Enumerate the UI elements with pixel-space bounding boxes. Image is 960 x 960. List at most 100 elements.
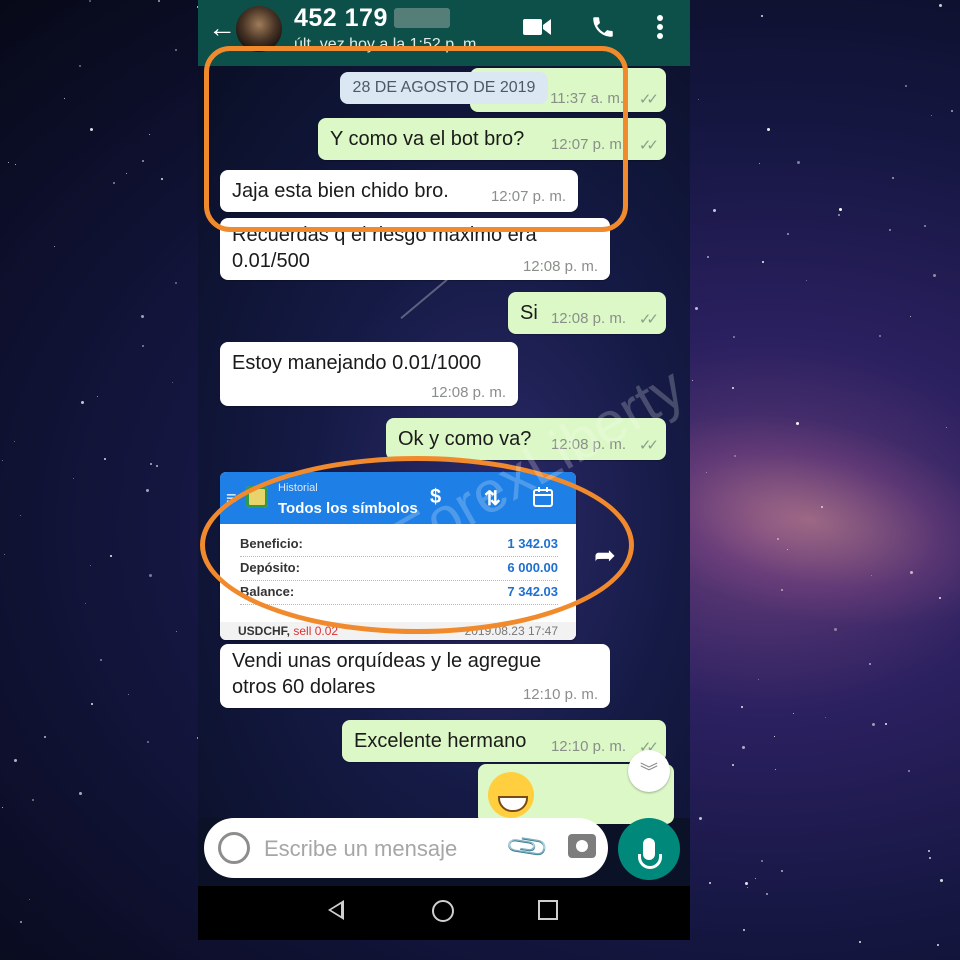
message-bubble-outgoing[interactable]: Si 12:08 p. m. ✓✓	[508, 292, 666, 334]
star-dot	[931, 115, 932, 116]
star-dot	[761, 15, 763, 17]
message-input[interactable]	[262, 828, 496, 870]
star-dot	[872, 723, 875, 726]
phone-call-icon[interactable]	[590, 14, 616, 45]
star-dot	[175, 49, 177, 51]
microphone-icon[interactable]	[618, 818, 680, 880]
star-dot	[172, 382, 173, 383]
double-check-icon: ✓✓	[638, 91, 659, 108]
star-dot	[762, 261, 764, 263]
star-dot	[90, 565, 91, 566]
star-dot	[54, 246, 55, 247]
star-dot	[97, 396, 98, 397]
star-dot	[156, 465, 158, 467]
star-dot	[755, 878, 756, 879]
star-dot	[885, 723, 887, 725]
message-bubble-outgoing[interactable]: Excelente hermano 12:10 p. m. ✓✓	[342, 720, 666, 762]
star-dot	[889, 229, 891, 231]
star-dot	[29, 899, 30, 900]
star-dot	[747, 887, 748, 888]
star-dot	[149, 574, 152, 577]
star-dot	[104, 458, 106, 460]
star-dot	[707, 256, 709, 258]
star-dot	[64, 98, 65, 99]
double-check-icon: ✓✓	[638, 311, 659, 328]
contact-name[interactable]: 452 179	[294, 4, 388, 33]
star-dot	[90, 128, 93, 131]
star-dot	[81, 401, 84, 404]
star-dot	[946, 427, 947, 428]
star-dot	[793, 713, 794, 714]
star-dot	[150, 463, 152, 465]
star-dot	[698, 99, 699, 100]
star-dot	[761, 860, 763, 862]
star-dot	[834, 628, 837, 631]
star-dot	[692, 380, 693, 381]
star-dot	[14, 441, 15, 442]
star-dot	[859, 941, 861, 943]
star-dot	[774, 736, 775, 737]
star-dot	[2, 807, 3, 808]
star-dot	[775, 769, 776, 770]
star-dot	[825, 717, 826, 718]
system-navigation-bar	[198, 886, 690, 940]
double-chevron-down-icon[interactable]: ︾	[628, 750, 670, 792]
nav-recents-icon[interactable]	[538, 900, 558, 920]
video-call-icon[interactable]	[522, 14, 552, 45]
star-dot	[905, 85, 907, 87]
star-dot	[20, 921, 22, 923]
nav-back-icon[interactable]	[328, 900, 344, 920]
star-dot	[741, 706, 743, 708]
star-dot	[713, 209, 716, 212]
star-dot	[908, 770, 910, 772]
star-dot	[939, 4, 942, 7]
message-time: 12:08 p. m.	[522, 258, 598, 275]
star-dot	[79, 65, 81, 67]
star-dot	[732, 387, 734, 389]
star-dot	[951, 110, 953, 112]
star-dot	[142, 160, 144, 162]
message-text: Estoy manejando 0.01/1000	[232, 352, 482, 374]
star-dot	[839, 208, 842, 211]
star-dot	[147, 741, 149, 743]
star-dot	[15, 164, 16, 165]
star-dot	[149, 134, 150, 135]
message-bubble-incoming[interactable]: Estoy manejando 0.01/1000 12:08 p. m.	[220, 342, 518, 406]
symbol-text: USDCHF,	[238, 624, 291, 638]
star-dot	[175, 282, 177, 284]
back-arrow-icon[interactable]: ←	[208, 14, 236, 42]
more-vert-icon[interactable]	[656, 14, 664, 45]
star-dot	[146, 489, 149, 492]
paperclip-icon[interactable]: 📎	[503, 823, 551, 871]
star-dot	[797, 161, 800, 164]
star-dot	[142, 345, 144, 347]
message-text: Vendi unas orquídeas y le agregue otros …	[232, 650, 542, 698]
star-dot	[158, 0, 160, 2]
star-dot	[14, 759, 17, 762]
message-text: Si	[520, 302, 538, 324]
nav-home-icon[interactable]	[432, 900, 454, 922]
star-dot	[709, 882, 711, 884]
star-dot	[758, 679, 759, 680]
star-dot	[781, 870, 783, 872]
double-check-icon: ✓✓	[638, 137, 659, 154]
star-dot	[940, 879, 943, 882]
star-dot	[929, 857, 931, 859]
star-dot	[806, 280, 807, 281]
star-dot	[933, 274, 936, 277]
message-text: Excelente hermano	[354, 730, 527, 752]
star-dot	[928, 850, 930, 852]
star-dot	[110, 555, 112, 557]
star-dot	[787, 233, 789, 235]
message-time: 12:08 p. m.	[550, 310, 626, 327]
camera-icon[interactable]	[568, 834, 596, 858]
star-dot	[100, 659, 102, 661]
star-dot	[767, 128, 770, 131]
message-bubble-incoming[interactable]: Vendi unas orquídeas y le agregue otros …	[220, 644, 610, 708]
star-dot	[2, 460, 3, 461]
star-dot	[766, 893, 768, 895]
emoji-icon[interactable]	[218, 832, 250, 864]
annotation-circle-top	[204, 46, 628, 232]
star-dot	[879, 335, 881, 337]
star-dot	[161, 178, 163, 180]
